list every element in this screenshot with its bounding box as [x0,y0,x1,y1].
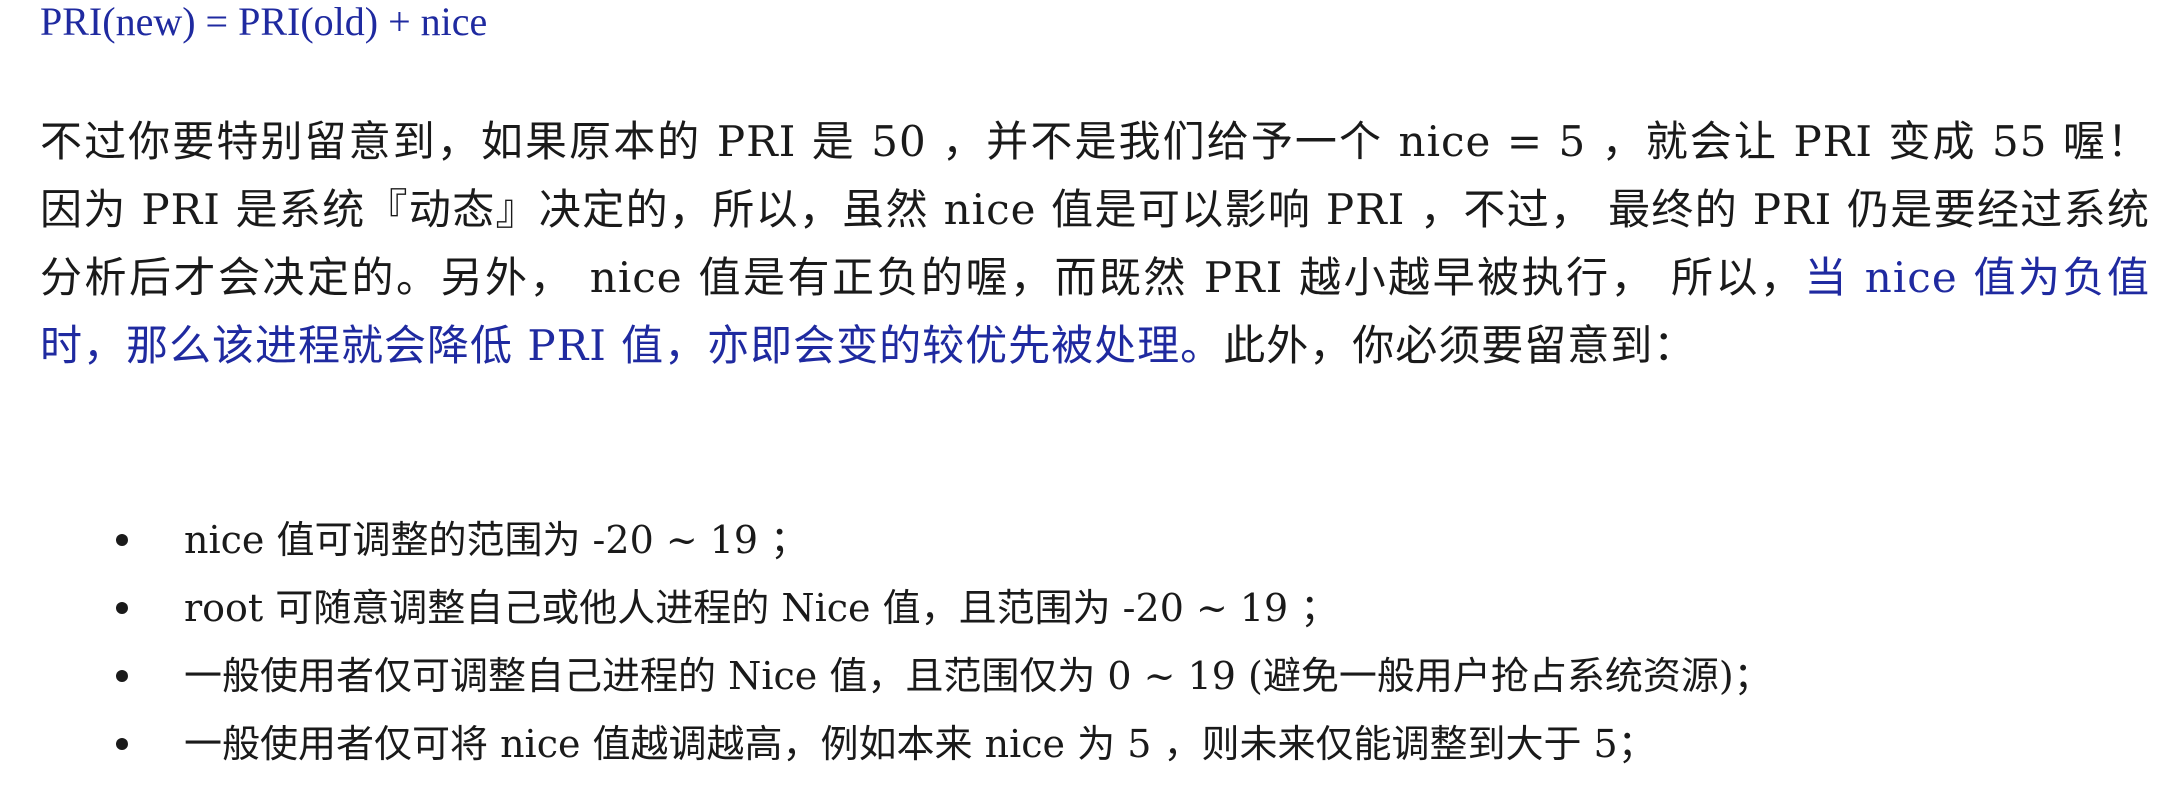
formula: PRI(new) = PRI(old) + nice [40,0,488,44]
paragraph-part2: 此外，你必须要留意到： [1223,321,1697,370]
list-item-text: 一般使用者仅可将 nice 值越调越高，例如本来 nice 为 5 ，则未来仅能… [184,722,1656,766]
list-item-text: nice 值可调整的范围为 -20 ~ 19 ； [184,518,809,562]
bullet-icon [116,602,128,614]
bullet-icon [116,670,128,682]
bullet-icon [116,534,128,546]
list-item-text: 一般使用者仅可调整自己进程的 Nice 值，且范围仅为 0 ~ 19 (避免一般… [184,654,1772,698]
bullet-icon [116,738,128,750]
explanation-paragraph: 不过你要特别留意到，如果原本的 PRI 是 50 ，并不是我们给予一个 nice… [40,108,2150,380]
list-item-text: root 可随意调整自己或他人进程的 Nice 值，且范围为 -20 ~ 19 … [184,586,1339,630]
